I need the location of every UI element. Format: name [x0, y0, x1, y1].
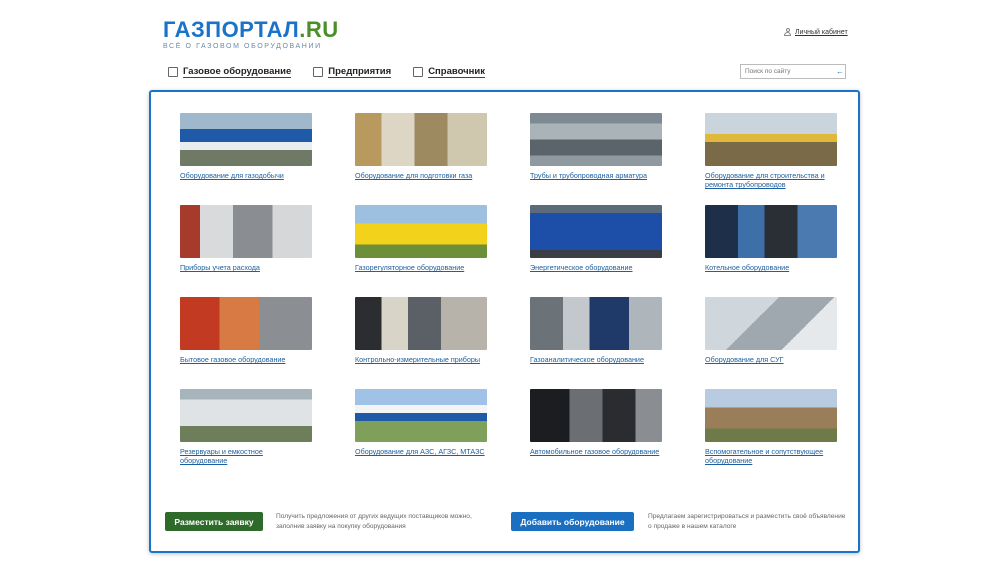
- main-nav: Газовое оборудование Предприятия Справоч…: [168, 66, 486, 78]
- category-card[interactable]: Оборудование для газодобычи: [180, 113, 312, 192]
- category-link[interactable]: Вспомогательное и сопутствующее оборудов…: [705, 447, 837, 465]
- category-card[interactable]: Оборудование для СУГ: [705, 297, 837, 376]
- add-equipment-button[interactable]: Добавить оборудование: [511, 512, 634, 531]
- search-input[interactable]: [741, 65, 835, 78]
- category-link[interactable]: Бытовое газовое оборудование: [180, 355, 312, 364]
- nav-item-reference[interactable]: Справочник: [413, 66, 486, 78]
- category-image: [355, 205, 487, 258]
- nav-label: Предприятия: [328, 66, 392, 78]
- nav-label: Справочник: [428, 66, 486, 78]
- logo-tagline: ВСЁ О ГАЗОВОМ ОБОРУДОВАНИИ: [163, 43, 322, 50]
- category-link[interactable]: Резервуары и емкостное оборудование: [180, 447, 312, 465]
- category-link[interactable]: Оборудование для строительства и ремонта…: [705, 171, 837, 189]
- nav-item-companies[interactable]: Предприятия: [313, 66, 392, 78]
- category-card[interactable]: Контрольно-измерительные приборы: [355, 297, 487, 376]
- category-link[interactable]: Котельное оборудование: [705, 263, 837, 272]
- category-card[interactable]: Резервуары и емкостное оборудование: [180, 389, 312, 468]
- category-link[interactable]: Оборудование для СУГ: [705, 355, 837, 364]
- category-image: [180, 113, 312, 166]
- category-image: [180, 389, 312, 442]
- category-image: [530, 113, 662, 166]
- category-image: [705, 205, 837, 258]
- category-link[interactable]: Автомобильное газовое оборудование: [530, 447, 662, 456]
- category-card[interactable]: Котельное оборудование: [705, 205, 837, 284]
- flame-icon: [168, 67, 178, 77]
- category-image: [180, 205, 312, 258]
- category-image: [530, 389, 662, 442]
- category-link[interactable]: Приборы учета расхода: [180, 263, 312, 272]
- cabinet-label: Личный кабинет: [795, 28, 848, 36]
- category-link[interactable]: Контрольно-измерительные приборы: [355, 355, 487, 364]
- book-icon: [413, 67, 424, 77]
- category-image: [705, 389, 837, 442]
- category-card[interactable]: Оборудование для подготовки газа: [355, 113, 487, 192]
- category-card[interactable]: Бытовое газовое оборудование: [180, 297, 312, 376]
- catalog-panel: Оборудование для газодобычи Оборудование…: [149, 90, 860, 553]
- category-link[interactable]: Энергетическое оборудование: [530, 263, 662, 272]
- category-link[interactable]: Оборудование для газодобычи: [180, 171, 312, 180]
- category-image: [705, 297, 837, 350]
- category-card[interactable]: Газорегуляторное оборудование: [355, 205, 487, 284]
- search-submit-icon[interactable]: ←: [835, 67, 845, 76]
- category-link[interactable]: Трубы и трубопроводная арматура: [530, 171, 662, 180]
- place-request-button[interactable]: Разместить заявку: [165, 512, 263, 531]
- category-card[interactable]: Вспомогательное и сопутствующее оборудов…: [705, 389, 837, 468]
- nav-item-gas-equipment[interactable]: Газовое оборудование: [168, 66, 292, 78]
- site-logo[interactable]: ГАЗПОРТАЛ.RU ВСЁ О ГАЗОВОМ ОБОРУДОВАНИИ: [163, 17, 339, 51]
- search-box: ←: [740, 64, 846, 79]
- category-card[interactable]: Приборы учета расхода: [180, 205, 312, 284]
- category-image: [530, 205, 662, 258]
- place-request-note: Получить предложения от других ведущих п…: [276, 513, 472, 530]
- category-card[interactable]: Оборудование для строительства и ремонта…: [705, 113, 837, 192]
- category-grid: Оборудование для газодобычи Оборудование…: [180, 113, 837, 468]
- category-image: [530, 297, 662, 350]
- category-link[interactable]: Оборудование для АЗС, АГЗС, МТАЗС: [355, 447, 487, 456]
- add-equipment-note: Предлагаем зарегистрироваться и размести…: [648, 513, 846, 530]
- category-image: [180, 297, 312, 350]
- user-icon: [784, 28, 791, 36]
- category-image: [355, 113, 487, 166]
- category-card[interactable]: Энергетическое оборудование: [530, 205, 662, 284]
- category-card[interactable]: Трубы и трубопроводная арматура: [530, 113, 662, 192]
- category-link[interactable]: Газорегуляторное оборудование: [355, 263, 487, 272]
- building-icon: [313, 67, 324, 77]
- category-image: [355, 389, 487, 442]
- nav-label: Газовое оборудование: [183, 66, 292, 78]
- category-image: [355, 297, 487, 350]
- category-card[interactable]: Оборудование для АЗС, АГЗС, МТАЗС: [355, 389, 487, 468]
- category-link[interactable]: Оборудование для подготовки газа: [355, 171, 487, 180]
- logo-text: ГАЗПОРТАЛ.RU: [163, 17, 339, 42]
- category-card[interactable]: Газоаналитическое оборудование: [530, 297, 662, 376]
- personal-cabinet-link[interactable]: Личный кабинет: [784, 28, 848, 36]
- category-link[interactable]: Газоаналитическое оборудование: [530, 355, 662, 364]
- category-image: [705, 113, 837, 166]
- category-card[interactable]: Автомобильное газовое оборудование: [530, 389, 662, 468]
